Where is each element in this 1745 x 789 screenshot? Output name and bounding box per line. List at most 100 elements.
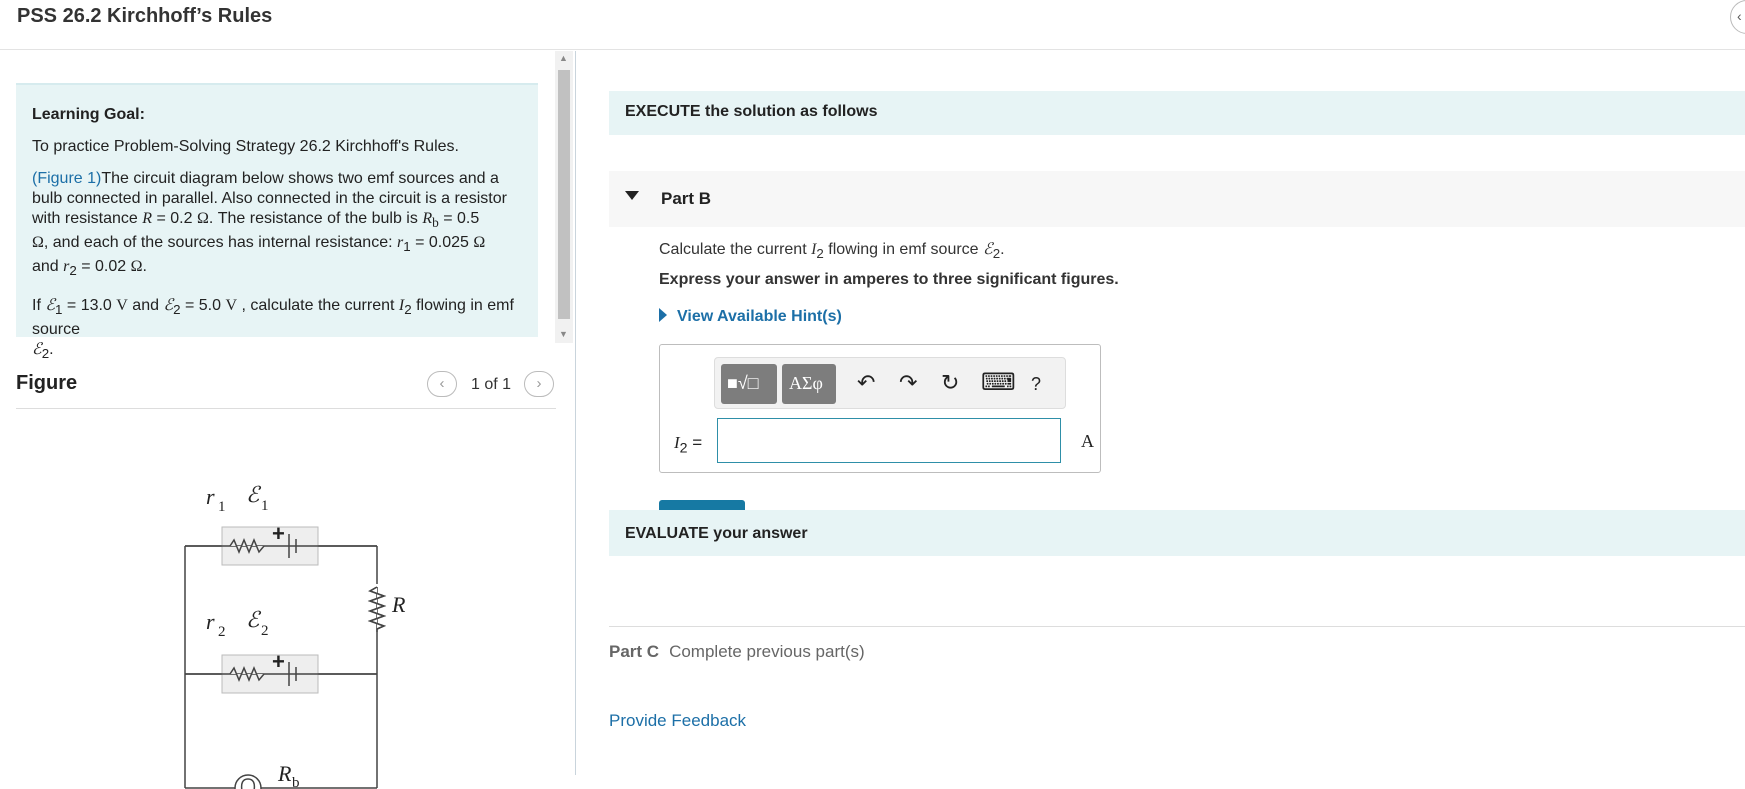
figure-header: Figure ‹ 1 of 1 › — [16, 369, 556, 409]
learning-goal-question: If ℰ1 = 13.0 V and ℰ2 = 5.0 V , calculat… — [32, 296, 522, 364]
chevron-left-icon: ‹ — [439, 375, 445, 392]
label-Rb-sub: b — [292, 775, 300, 789]
redo-icon[interactable]: ↷ — [899, 370, 917, 396]
desc-text: and — [32, 258, 64, 276]
part-c-status: Complete previous part(s) — [669, 642, 865, 661]
divider — [609, 626, 1745, 627]
right-panel: EXECUTE the solution as follows Part B C… — [577, 51, 1745, 775]
answer-box: ■√□ ΑΣφ ↶ ↷ ↻ ⌨ ? I2 = A — [659, 344, 1101, 473]
label-R: R — [391, 592, 406, 617]
learning-goal-intro: To practice Problem-Solving Strategy 26.… — [32, 138, 459, 155]
q-text: and — [127, 296, 164, 314]
part-b-label: Part B — [661, 189, 712, 208]
view-hints-link[interactable]: View Available Hint(s) — [659, 308, 842, 326]
left-panel: Learning Goal: To practice Problem-Solvi… — [0, 51, 576, 789]
sub-2: 2 — [404, 301, 412, 317]
figure-pager-text: 1 of 1 — [471, 376, 512, 393]
next-figure-button[interactable]: › — [524, 371, 554, 397]
var-E2: ℰ — [163, 296, 174, 314]
scroll-down-icon[interactable]: ▼ — [559, 329, 568, 339]
label-r1-sub: 1 — [218, 499, 226, 515]
sub-2: 2 — [992, 246, 1001, 262]
provide-feedback-link[interactable]: Provide Feedback — [609, 711, 746, 731]
chevron-left-icon: ‹ — [1737, 8, 1742, 24]
help-icon[interactable]: ? — [1031, 371, 1041, 397]
learning-goal-heading: Learning Goal: — [32, 106, 145, 123]
var-E2: ℰ — [32, 340, 42, 358]
plus-sign-2: + — [272, 649, 285, 674]
learning-goal-box: Learning Goal: To practice Problem-Solvi… — [16, 83, 538, 361]
q-text: . — [1000, 241, 1005, 258]
answer-label: I2 = — [674, 433, 702, 456]
val-Rb: = 0.5 — [438, 210, 480, 227]
label-Rb: R — [277, 761, 292, 786]
val-r2: = 0.02 — [76, 258, 131, 276]
greek-symbols-button[interactable]: ΑΣφ — [782, 364, 836, 404]
label-E1-sub: 1 — [261, 498, 269, 514]
prev-figure-button[interactable]: ‹ — [427, 371, 457, 397]
scroll-thumb[interactable] — [558, 70, 570, 319]
plus-sign-1: + — [272, 521, 285, 546]
sub-2: 2 — [69, 263, 77, 279]
top-bar: PSS 26.2 Kirchhoff’s Rules ‹ — [0, 0, 1745, 50]
desc-text: , and each of the sources has internal r… — [43, 234, 397, 252]
templates-icon: ■√□ — [727, 373, 759, 393]
q-text: , calculate the current — [237, 296, 399, 314]
circuit-diagram: r 1 ℰ 1 r 2 ℰ 2 R R b + + — [184, 482, 406, 789]
learning-goal-description: (Figure 1)The circuit diagram below show… — [32, 169, 522, 282]
reset-icon[interactable]: ↻ — [941, 370, 959, 396]
val-E2: = 5.0 — [180, 296, 226, 314]
label-E2: ℰ — [246, 607, 262, 632]
bulb-icon — [234, 774, 262, 789]
sub-b: b — [432, 215, 439, 231]
desc-text: . The resistance of the bulb is — [208, 210, 423, 227]
left-panel-scrollbar[interactable]: ▲ ▼ — [555, 51, 573, 343]
expand-triangle-icon — [659, 308, 667, 322]
unit-label: A — [1081, 431, 1094, 451]
collapse-panel-button[interactable]: ‹ — [1730, 0, 1745, 34]
q-text: If — [32, 296, 46, 314]
volt-symbol: V — [225, 296, 238, 314]
desc-text: . — [142, 258, 147, 276]
answer-input[interactable] — [717, 418, 1061, 463]
ohm-symbol: Ω — [130, 258, 143, 276]
undo-icon[interactable]: ↶ — [857, 370, 875, 396]
sub-2: 2 — [679, 440, 688, 457]
val-E1: = 13.0 — [62, 296, 117, 314]
val-r1: = 0.025 — [410, 234, 474, 252]
sub-2: 2 — [41, 345, 50, 361]
templates-button[interactable]: ■√□ — [721, 364, 777, 404]
part-b-header[interactable]: Part B — [609, 171, 1745, 227]
page-title: PSS 26.2 Kirchhoff’s Rules — [17, 5, 273, 27]
figure-1-link[interactable]: (Figure 1) — [32, 170, 101, 187]
ohm-symbol: Ω — [32, 234, 44, 252]
equals-sign: = — [687, 433, 703, 452]
figure-title: Figure — [16, 372, 78, 394]
execute-band-text: EXECUTE the solution as follows — [625, 103, 878, 120]
scroll-up-icon[interactable]: ▲ — [559, 53, 568, 63]
label-r1: r — [206, 484, 215, 509]
part-c-row: Part C Complete previous part(s) — [609, 642, 865, 662]
greek-symbols-label: ΑΣφ — [789, 373, 823, 393]
var-R: R — [142, 210, 153, 227]
val-R: = 0.2 — [152, 210, 197, 227]
q-text: Calculate the current — [659, 241, 812, 258]
ohm-symbol: Ω — [473, 234, 486, 252]
var-E: ℰ — [983, 241, 993, 258]
collapse-triangle-icon[interactable] — [625, 191, 639, 200]
part-b-question: Calculate the current I2 flowing in emf … — [659, 239, 1005, 261]
sub-2: 2 — [816, 246, 824, 262]
label-r2: r — [206, 609, 215, 634]
var-E1: ℰ — [45, 296, 56, 314]
part-c-label: Part C — [609, 642, 660, 661]
q-text: . — [49, 340, 54, 358]
keyboard-icon[interactable]: ⌨ — [981, 370, 1016, 396]
ohm-symbol: Ω — [196, 210, 209, 227]
label-E2-sub: 2 — [261, 623, 269, 639]
q-text: flowing in emf source — [823, 241, 984, 258]
execute-band: EXECUTE the solution as follows — [609, 91, 1745, 135]
sub-1: 1 — [403, 239, 411, 255]
label-r2-sub: 2 — [218, 624, 226, 640]
volt-symbol: V — [116, 296, 128, 314]
chevron-right-icon: › — [536, 375, 542, 392]
